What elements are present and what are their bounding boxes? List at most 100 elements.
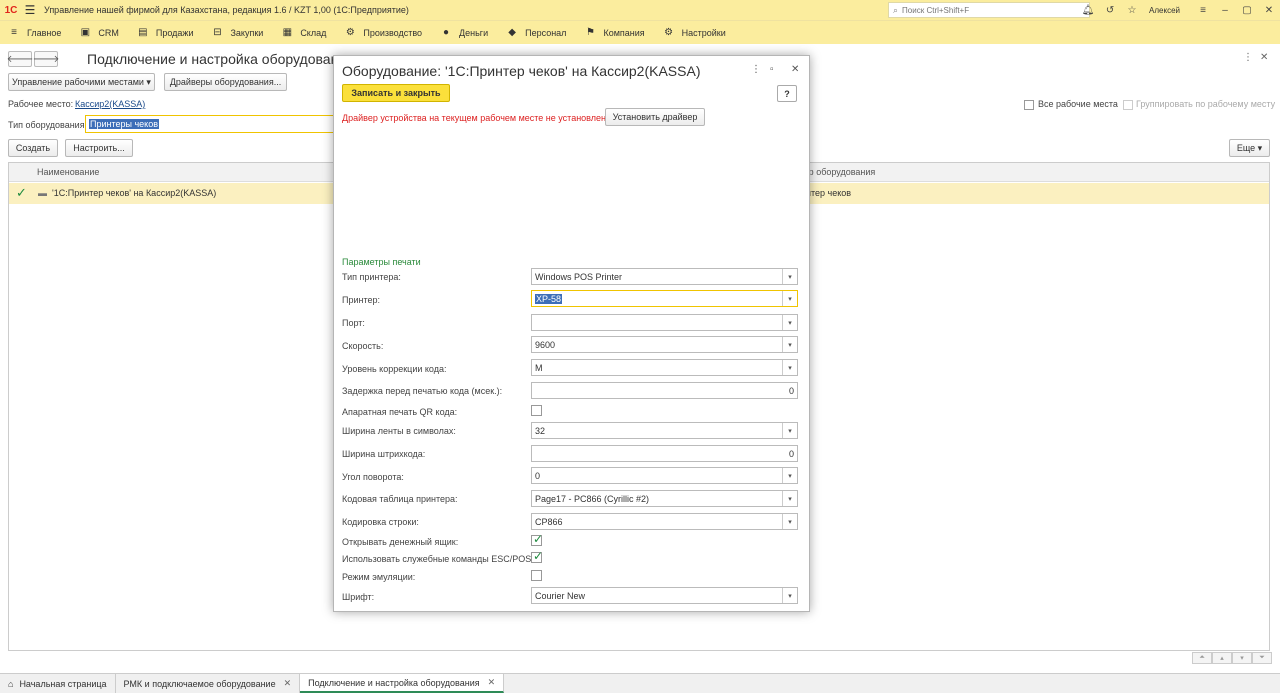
menu-purchases[interactable]: ⊟ Закупки bbox=[211, 27, 263, 38]
search-input[interactable] bbox=[902, 5, 1073, 15]
speed-select[interactable]: 9600 ▾ bbox=[531, 336, 798, 353]
barcode-width-label: Ширина штрихкода: bbox=[342, 449, 426, 459]
col-driver-header[interactable]: вер оборудования bbox=[799, 167, 875, 177]
menu-crm[interactable]: ▣ CRM bbox=[79, 27, 119, 38]
app-logo: 1С bbox=[4, 4, 18, 16]
install-driver-button[interactable]: Установить драйвер bbox=[605, 108, 705, 126]
dropdown-icon[interactable]: ▾ bbox=[782, 360, 797, 375]
row-icon: ▬ bbox=[38, 188, 47, 198]
menu-icon-warehouse: ▦ bbox=[282, 27, 293, 38]
speed-label: Скорость: bbox=[342, 341, 384, 351]
rotation-select[interactable]: 0 ▾ bbox=[531, 467, 798, 484]
app-title: Управление нашей фирмой для Казахстана, … bbox=[44, 5, 409, 15]
dialog-close-icon[interactable]: ✕ bbox=[791, 64, 799, 75]
equipment-type-label: Тип оборудования: bbox=[8, 120, 88, 130]
correction-select[interactable]: M ▾ bbox=[531, 359, 798, 376]
driver-warning: Драйвер устройства на текущем рабочем ме… bbox=[342, 113, 609, 123]
tape-width-select[interactable]: 32 ▾ bbox=[531, 422, 798, 439]
font-label: Шрифт: bbox=[342, 592, 375, 602]
menu-icon-company: ⚑ bbox=[585, 27, 595, 38]
close-icon[interactable]: ✕ bbox=[1258, 0, 1280, 20]
tab-pos-equipment[interactable]: РМК и подключаемое оборудование ✕ bbox=[116, 674, 301, 693]
global-search[interactable]: ⌕ bbox=[888, 2, 1090, 18]
checkmark-icon: ✓ bbox=[533, 532, 544, 546]
qr-label: Апаратная печать QR кода: bbox=[342, 407, 458, 417]
favorites-icon[interactable]: ☆ bbox=[1121, 0, 1143, 20]
menu-company[interactable]: ⚑ Компания bbox=[584, 27, 645, 38]
scroll-bottom-icon[interactable]: ⏷ bbox=[1252, 652, 1272, 664]
create-button[interactable]: Создать bbox=[8, 139, 58, 157]
menu-production[interactable]: ⚙ Производство bbox=[344, 27, 422, 38]
user-name[interactable]: Алексей bbox=[1149, 6, 1180, 15]
codepage-select[interactable]: Page17 - PC866 (Cyrillic #2) ▾ bbox=[531, 490, 798, 507]
back-button[interactable]: 🡐 bbox=[7, 51, 33, 67]
menu-icon-production: ⚙ bbox=[345, 27, 355, 38]
barcode-width-input[interactable]: 0 bbox=[531, 445, 798, 462]
bell-icon[interactable]: 🔔︎ bbox=[1077, 0, 1099, 20]
dropdown-icon[interactable]: ▾ bbox=[782, 491, 797, 506]
help-button[interactable]: ? bbox=[777, 85, 797, 102]
tab-close-icon[interactable]: ✕ bbox=[488, 677, 496, 688]
encoding-select[interactable]: CP866 ▾ bbox=[531, 513, 798, 530]
home-icon: ⌂ bbox=[8, 678, 14, 689]
qr-checkbox[interactable] bbox=[531, 405, 542, 416]
minimize-icon[interactable]: – bbox=[1214, 0, 1236, 20]
menu-warehouse[interactable]: ▦ Склад bbox=[281, 27, 327, 38]
menu-sales[interactable]: ▤ Продажи bbox=[137, 27, 193, 38]
all-workplaces-checkbox[interactable] bbox=[1024, 100, 1034, 110]
equipment-dialog: Оборудование: '1С:Принтер чеков' на Касс… bbox=[333, 55, 810, 612]
col-name-header[interactable]: Наименование bbox=[37, 167, 99, 177]
more-button[interactable]: Еще ▾ bbox=[1229, 139, 1270, 157]
menu-icon-crm: ▣ bbox=[80, 27, 91, 38]
workplace-link[interactable]: Кассир2(KASSA) bbox=[75, 99, 145, 109]
scroll-up-icon[interactable]: ▴ bbox=[1212, 652, 1232, 664]
equipment-type-field[interactable]: Принтеры чеков bbox=[85, 115, 335, 133]
dialog-menu-icon[interactable]: ⋮ bbox=[751, 64, 761, 75]
delay-input[interactable]: 0 bbox=[531, 382, 798, 399]
group-by-workplace-checkbox[interactable] bbox=[1123, 100, 1133, 110]
font-select[interactable]: Courier New ▾ bbox=[531, 587, 798, 604]
scroll-top-icon[interactable]: ⏶ bbox=[1192, 652, 1212, 664]
dropdown-icon[interactable]: ▾ bbox=[782, 315, 797, 330]
form-close-icon[interactable]: ✕ bbox=[1260, 52, 1268, 63]
dropdown-icon[interactable]: ▾ bbox=[782, 514, 797, 529]
dropdown-icon[interactable]: ▾ bbox=[782, 423, 797, 438]
printer-type-select[interactable]: Windows POS Printer ▾ bbox=[531, 268, 798, 285]
tab-home[interactable]: ⌂ Начальная страница bbox=[0, 674, 116, 693]
dropdown-icon[interactable]: ▾ bbox=[782, 588, 797, 603]
menu-money[interactable]: ● Деньги bbox=[440, 27, 488, 38]
tape-width-label: Ширина ленты в символах: bbox=[342, 426, 456, 436]
menu-settings[interactable]: ⚙ Настройки bbox=[663, 27, 726, 38]
checkmark-icon: ✓ bbox=[533, 549, 544, 563]
printer-select[interactable]: XP-58 ▾ bbox=[531, 290, 798, 307]
main-menu-icon[interactable]: ☰ bbox=[22, 0, 38, 20]
drivers-button[interactable]: Драйверы оборудования... bbox=[164, 73, 287, 91]
dropdown-icon[interactable]: ▾ bbox=[782, 291, 797, 306]
port-select[interactable]: ▾ bbox=[531, 314, 798, 331]
form-title: Подключение и настройка оборудования bbox=[87, 51, 354, 67]
form-menu-icon[interactable]: ⋮ bbox=[1243, 52, 1253, 63]
emulation-checkbox[interactable] bbox=[531, 570, 542, 581]
manage-workplaces-button[interactable]: Управление рабочими местами ▾ bbox=[8, 73, 155, 91]
forward-button[interactable]: 🡒 bbox=[33, 51, 59, 67]
configure-button[interactable]: Настроить... bbox=[65, 139, 133, 157]
history-icon[interactable]: ↺ bbox=[1099, 0, 1121, 20]
dropdown-icon[interactable]: ▾ bbox=[782, 269, 797, 284]
dropdown-icon[interactable]: ▾ bbox=[782, 337, 797, 352]
menu-main[interactable]: ≡ Главное bbox=[8, 27, 61, 38]
scroll-down-icon[interactable]: ▾ bbox=[1232, 652, 1252, 664]
menu-icon-purchases: ⊟ bbox=[213, 27, 222, 38]
correction-label: Уровень коррекции кода: bbox=[342, 364, 447, 374]
save-and-close-button[interactable]: Записать и закрыть bbox=[342, 84, 450, 102]
esc-pos-checkbox[interactable]: ✓ bbox=[531, 549, 544, 563]
maximize-icon[interactable]: ▢ bbox=[1236, 0, 1258, 20]
dialog-maximize-icon[interactable]: ▫ bbox=[770, 64, 774, 75]
settings-menu-icon[interactable]: ≡ bbox=[1192, 0, 1214, 20]
menu-personnel[interactable]: ◆ Персонал bbox=[506, 27, 566, 38]
printer-label: Принтер: bbox=[342, 295, 381, 305]
cash-drawer-checkbox[interactable]: ✓ bbox=[531, 532, 544, 546]
tab-equipment-setup[interactable]: Подключение и настройка оборудования ✕ bbox=[300, 674, 505, 693]
search-icon: ⌕ bbox=[893, 4, 899, 15]
dropdown-icon[interactable]: ▾ bbox=[782, 468, 797, 483]
tab-close-icon[interactable]: ✕ bbox=[284, 678, 292, 689]
